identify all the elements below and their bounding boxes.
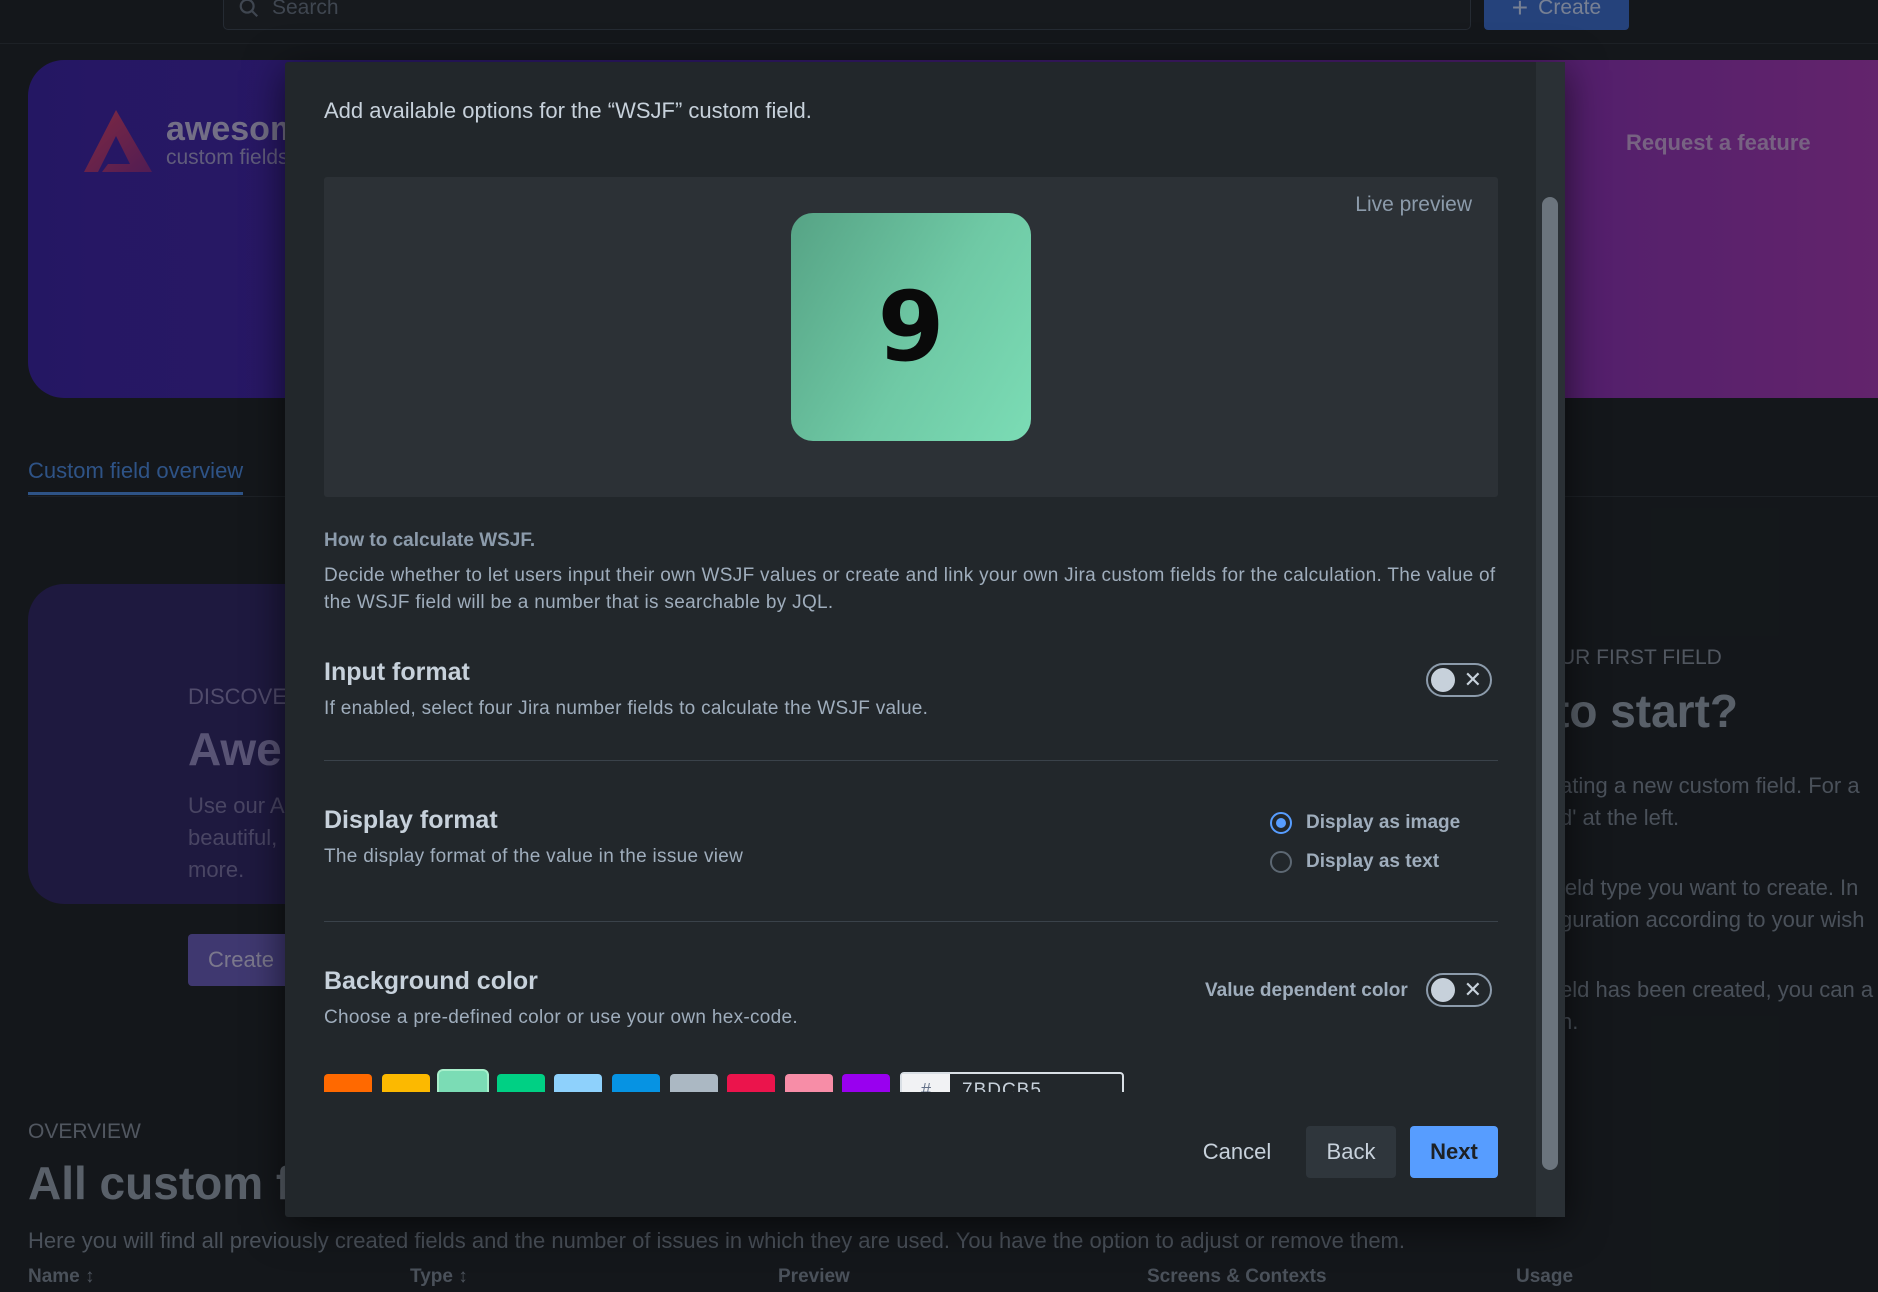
input-format-description: If enabled, select four Jira number fiel…: [324, 698, 929, 719]
preview-value: 9: [877, 271, 945, 383]
hex-value: 7BDCB5: [962, 1080, 1042, 1092]
value-dependent-color-toggle[interactable]: ✕: [1426, 973, 1492, 1007]
color-swatch[interactable]: [727, 1074, 775, 1092]
color-swatch[interactable]: [612, 1074, 660, 1092]
color-swatch[interactable]: [324, 1074, 372, 1092]
toggle-knob: [1431, 978, 1455, 1002]
next-button[interactable]: Next: [1410, 1126, 1498, 1178]
scrollbar-thumb[interactable]: [1542, 197, 1558, 1170]
preview-tile: 9: [791, 213, 1031, 441]
color-swatch[interactable]: [439, 1071, 487, 1092]
value-dependent-color-label: Value dependent color: [1205, 980, 1408, 1001]
modal-intro: Add available options for the “WSJF” cus…: [324, 98, 812, 123]
calc-description: Decide whether to let users input their …: [324, 565, 1496, 613]
color-swatch[interactable]: [670, 1074, 718, 1092]
toggle-knob: [1431, 668, 1455, 692]
section-divider: [324, 921, 1498, 922]
back-button[interactable]: Back: [1306, 1126, 1396, 1178]
color-swatch[interactable]: [554, 1074, 602, 1092]
hex-prefix: #: [902, 1074, 950, 1092]
display-format-title: Display format: [324, 806, 498, 834]
live-preview-panel: Live preview 9: [324, 177, 1498, 497]
color-swatch[interactable]: [842, 1074, 890, 1092]
close-icon: ✕: [1463, 667, 1482, 692]
radio-checked-icon: [1270, 812, 1292, 834]
cancel-button[interactable]: Cancel: [1187, 1126, 1287, 1178]
radio-unchecked-icon: [1270, 851, 1292, 873]
input-format-toggle[interactable]: ✕: [1426, 663, 1492, 697]
radio-display-as-text[interactable]: Display as text: [1270, 851, 1439, 873]
radio-label: Display as image: [1306, 812, 1461, 833]
color-swatch-row: # 7BDCB5: [324, 1068, 1324, 1092]
display-format-description: The display format of the value in the i…: [324, 846, 744, 867]
color-swatch[interactable]: [497, 1074, 545, 1092]
radio-label: Display as text: [1306, 851, 1440, 872]
color-swatch[interactable]: [382, 1074, 430, 1092]
hex-color-input[interactable]: # 7BDCB5: [900, 1072, 1124, 1092]
radio-display-as-image[interactable]: Display as image: [1270, 812, 1460, 834]
wsjf-options-modal: Add available options for the “WSJF” cus…: [285, 62, 1565, 1217]
input-format-title: Input format: [324, 658, 470, 686]
modal-scrollbar[interactable]: [1536, 62, 1565, 1217]
background-color-title: Background color: [324, 967, 538, 995]
background-color-description: Choose a pre-defined color or use your o…: [324, 1007, 798, 1028]
calc-heading: How to calculate WSJF.: [324, 530, 536, 551]
live-preview-label: Live preview: [1355, 193, 1472, 216]
close-icon: ✕: [1463, 977, 1482, 1002]
section-divider: [324, 760, 1498, 761]
color-swatch[interactable]: [785, 1074, 833, 1092]
